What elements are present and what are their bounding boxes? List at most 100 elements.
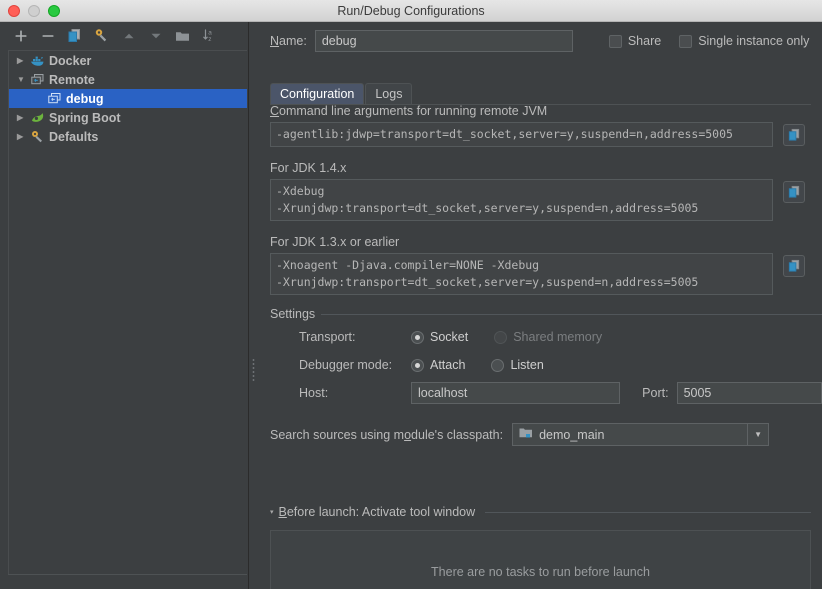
port-input-value: 5005	[683, 386, 712, 400]
tree-node-remote[interactable]: ▼ Remote	[9, 70, 247, 89]
tree-node-defaults[interactable]: ▶ Defaults	[9, 127, 247, 146]
tree-rows: ▶ Docker ▼ Remote debug ▶ Spring Boot ▶ …	[8, 50, 247, 574]
jdk14-textarea[interactable]: -Xdebug -Xrunjdwp:transport=dt_socket,se…	[270, 179, 773, 221]
single-instance-checkbox-label: Single instance only	[698, 34, 810, 48]
name-label-mnemonic: N	[270, 34, 280, 48]
svg-text:z: z	[208, 36, 211, 43]
copy-jdk13-button[interactable]	[783, 255, 805, 277]
module-folder-icon	[519, 427, 533, 442]
transport-socket-radio[interactable]	[411, 330, 424, 344]
before-launch-header[interactable]: ▾ Before launch: Activate tool window	[270, 505, 811, 519]
module-classpath-label: Search sources using module's classpath:	[270, 428, 503, 442]
window-titlebar: Run/Debug Configurations	[0, 0, 822, 22]
docker-icon	[30, 54, 47, 67]
tree-node-spring-boot[interactable]: ▶ Spring Boot	[9, 108, 247, 127]
configurations-toolbar: a z	[0, 22, 248, 49]
module-label-pre: Search sources using m	[270, 427, 405, 442]
debugger-mode-label: Debugger mode:	[299, 358, 393, 372]
transport-shared-memory-radio	[494, 330, 508, 344]
splitter-grip-icon[interactable]	[252, 358, 255, 382]
name-input[interactable]: debug	[314, 30, 573, 52]
configurations-pane: a z ▶ Docker ▼ Remote debug ▶ Spring Boo…	[0, 22, 249, 589]
copy-cmdline-button[interactable]	[783, 124, 805, 146]
configuration-editor-pane: Name: debug Share Single instance only C…	[259, 22, 822, 589]
name-label-rest: ame:	[279, 34, 307, 48]
tree-node-label: Docker	[49, 53, 92, 68]
configurations-tree[interactable]: ▶ Docker ▼ Remote debug ▶ Spring Boot ▶ …	[8, 50, 247, 575]
sort-az-icon[interactable]: a z	[201, 27, 218, 44]
jdk14-row: -Xdebug -Xrunjdwp:transport=dt_socket,se…	[270, 179, 822, 221]
port-input[interactable]: 5005	[676, 382, 822, 404]
debugger-mode-option-listen[interactable]: Listen	[491, 358, 544, 372]
tab-logs[interactable]: Logs	[365, 83, 413, 104]
settings-group-header: Settings	[270, 307, 822, 321]
before-launch-empty-message: There are no tasks to run before launch	[431, 565, 650, 579]
cmdline-label-mnemonic: C	[270, 104, 280, 118]
remove-button[interactable]	[39, 27, 56, 44]
arrow-up-icon[interactable]	[120, 27, 137, 44]
settings-group-label: Settings	[270, 307, 316, 321]
module-combobox-value: demo_main	[539, 427, 605, 442]
dialog-body: a z ▶ Docker ▼ Remote debug ▶ Spring Boo…	[0, 22, 822, 589]
module-combobox[interactable]: demo_main ▼	[512, 423, 770, 446]
debugger-mode-attach-radio[interactable]	[411, 358, 424, 372]
chevron-down-icon[interactable]: ▼	[17, 75, 30, 84]
single-instance-checkbox[interactable]: Single instance only	[679, 34, 809, 48]
tree-node-label: Defaults	[49, 129, 99, 144]
debugger-mode-listen-radio[interactable]	[491, 358, 505, 372]
chevron-right-icon[interactable]: ▶	[17, 132, 30, 141]
cmdline-row: -agentlib:jdwp=transport=dt_socket,serve…	[270, 122, 822, 147]
remote-config-icon	[47, 92, 64, 105]
jdk13-label: For JDK 1.3.x or earlier	[270, 235, 400, 249]
cmdline-textarea[interactable]: -agentlib:jdwp=transport=dt_socket,serve…	[270, 122, 773, 147]
wrench-icon[interactable]	[93, 27, 110, 44]
debugger-mode-row: Debugger mode: Attach Listen	[270, 351, 822, 379]
single-instance-checkbox-box[interactable]	[679, 34, 693, 48]
triangle-down-icon[interactable]: ▾	[270, 508, 274, 516]
tree-node-label: Spring Boot	[49, 110, 121, 125]
tree-node-docker[interactable]: ▶ Docker	[9, 51, 247, 70]
name-label: Name:	[270, 34, 307, 48]
before-launch-title-rest: efore launch: Activate tool window	[286, 505, 476, 519]
pane-splitter[interactable]	[249, 22, 259, 589]
copy-jdk14-button[interactable]	[783, 181, 805, 203]
chevron-right-icon[interactable]: ▶	[17, 113, 30, 122]
copy-configuration-button[interactable]	[66, 27, 83, 44]
remote-icon	[30, 73, 47, 86]
window-title: Run/Debug Configurations	[337, 3, 485, 18]
tree-node-label: debug	[66, 91, 104, 106]
chevron-down-icon[interactable]: ▼	[747, 424, 768, 445]
share-checkbox[interactable]: Share	[608, 34, 662, 48]
share-checkbox-box[interactable]	[608, 34, 622, 48]
add-button[interactable]	[12, 27, 29, 44]
jdk13-textarea[interactable]: -Xnoagent -Djava.compiler=NONE -Xdebug -…	[270, 253, 773, 295]
module-label-post: dule's classpath:	[411, 427, 504, 442]
host-input[interactable]: localhost	[411, 382, 621, 404]
tree-node-label: Remote	[49, 72, 95, 87]
cmdline-label: Command line arguments for running remot…	[270, 104, 822, 118]
debugger-mode-listen-label: Listen	[510, 358, 544, 372]
name-input-value: debug	[321, 34, 357, 48]
defaults-icon	[30, 130, 47, 143]
tab-configuration[interactable]: Configuration	[270, 83, 365, 104]
transport-socket-label: Socket	[430, 330, 469, 344]
host-port-row: Host: localhost Port: 5005	[270, 379, 822, 407]
chevron-right-icon[interactable]: ▶	[17, 56, 30, 65]
before-launch-title: Before launch: Activate tool window	[279, 505, 476, 519]
debugger-mode-option-attach[interactable]: Attach	[411, 358, 465, 372]
transport-label: Transport:	[299, 330, 356, 344]
tree-node-debug[interactable]: debug	[9, 89, 247, 108]
arrow-down-icon[interactable]	[147, 27, 164, 44]
name-row: Name: debug Share Single instance only	[270, 29, 822, 53]
jdk13-row: -Xnoagent -Djava.compiler=NONE -Xdebug -…	[270, 253, 822, 295]
configuration-tab-content: Command line arguments for running remot…	[270, 104, 822, 589]
module-classpath-row: Search sources using module's classpath:…	[270, 423, 822, 446]
share-checkbox-label: Share	[627, 34, 662, 48]
before-launch-mnemonic: B	[278, 505, 287, 519]
module-combobox-value-wrap: demo_main	[513, 427, 747, 442]
transport-option-socket[interactable]: Socket	[411, 330, 468, 344]
debugger-mode-attach-label: Attach	[430, 358, 466, 372]
before-launch-tasks-list[interactable]: There are no tasks to run before launch	[270, 530, 811, 589]
folder-icon[interactable]	[174, 27, 191, 44]
host-input-value: localhost	[418, 386, 468, 400]
